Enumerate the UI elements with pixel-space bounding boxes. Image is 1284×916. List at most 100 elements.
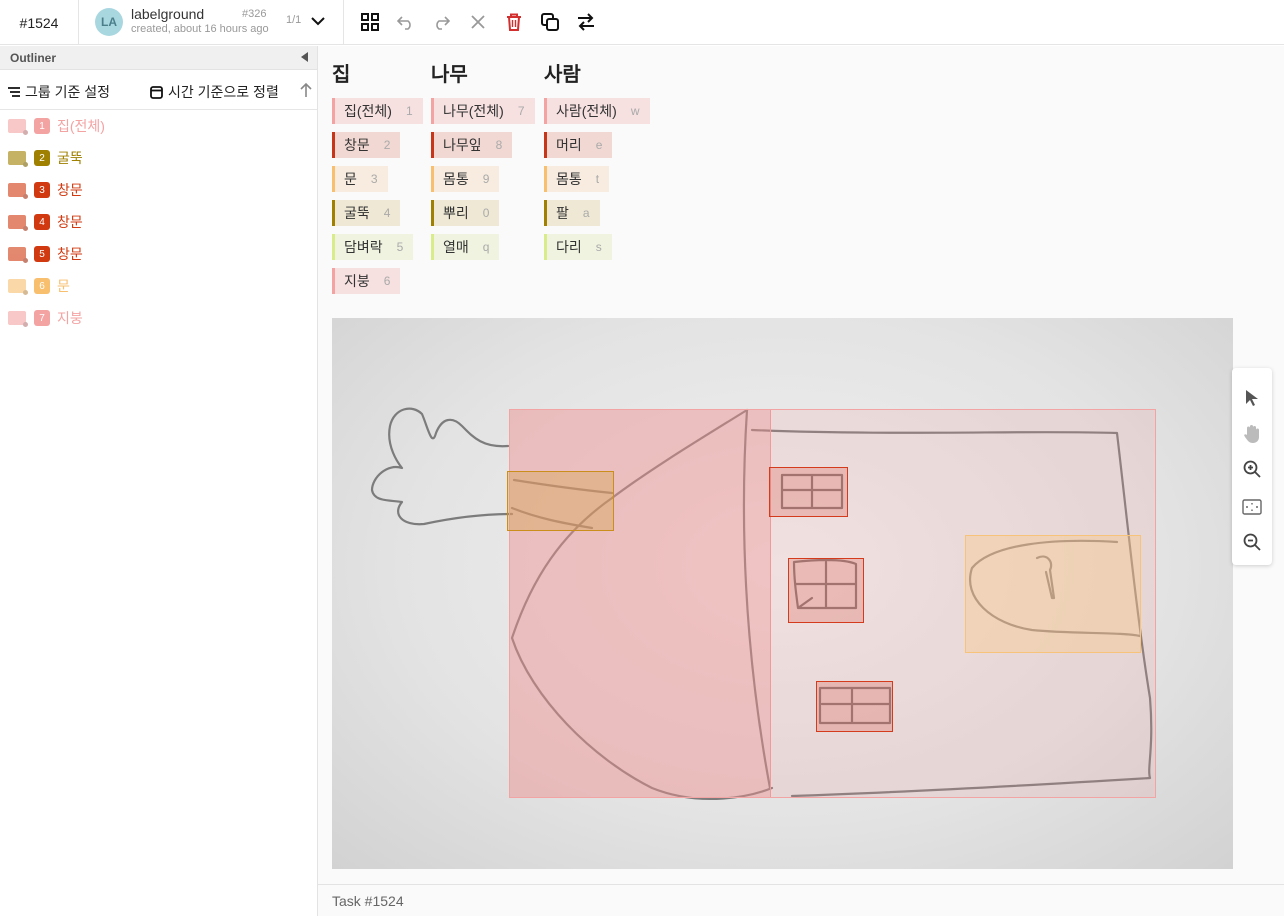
fit-screen-icon[interactable]	[1242, 497, 1262, 517]
sort-by-time-label: 시간 기준으로 정렬	[168, 84, 279, 100]
zoom-in-icon[interactable]	[1242, 459, 1262, 479]
collapse-left-icon[interactable]	[301, 52, 308, 62]
arrow-up-icon[interactable]	[299, 82, 313, 98]
avatar: LA	[95, 8, 123, 36]
sort-by-time-button[interactable]: 시간 기준으로 정렬	[150, 82, 279, 102]
project-name: labelground	[131, 6, 205, 22]
delete-icon[interactable]	[504, 12, 524, 32]
label-shortcut-key: 0	[482, 206, 490, 220]
label-tag[interactable]: 문3	[332, 166, 388, 192]
label-tag-name: 열매	[443, 239, 469, 255]
label-group-title: 집	[332, 64, 351, 86]
item-label: 굴뚝	[57, 150, 83, 166]
zoom-out-icon[interactable]	[1242, 532, 1262, 552]
label-tag-name: 몸통	[556, 171, 582, 187]
label-shortcut-key: 6	[383, 274, 391, 288]
label-shortcut-key: e	[595, 138, 603, 152]
label-shortcut-key: 4	[383, 206, 391, 220]
status-footer: Task #1524	[318, 884, 1284, 916]
label-shortcut-key: 5	[396, 240, 404, 254]
label-tag[interactable]: 다리 s	[544, 234, 612, 260]
item-number-badge: 4	[34, 214, 50, 230]
item-label: 창문	[57, 246, 83, 262]
outliner-item[interactable]: 6문	[0, 270, 317, 302]
annotation-thumbnail	[8, 311, 26, 325]
project-created: created, about 16 hours ago	[131, 23, 269, 35]
item-label: 문	[57, 278, 70, 294]
label-tag-name: 다리	[556, 239, 582, 255]
outliner-item[interactable]: 1 집(전체)	[0, 110, 317, 142]
zoom-toolbar	[1232, 368, 1272, 565]
image-canvas[interactable]	[332, 318, 1233, 869]
annotation-thumbnail	[8, 247, 26, 261]
item-number-badge: 2	[34, 150, 50, 166]
label-tag-name: 몸통	[443, 171, 469, 187]
label-group-title: 나무	[431, 64, 468, 86]
project-selector[interactable]: LA labelground created, about 16 hours a…	[79, 0, 344, 45]
label-tag[interactable]: 나무잎 8	[431, 132, 513, 158]
label-tag-name: 지붕	[344, 273, 370, 289]
label-group-column: 집집(전체) 1 창문 2 문 3 굴뚝 4 담벼락 5 지붕 6	[332, 58, 423, 302]
item-label: 지붕	[57, 310, 83, 326]
annotation-box-door[interactable]	[965, 535, 1141, 653]
label-tag-name: 머리	[556, 137, 582, 153]
label-tag-name: 팔	[556, 205, 569, 221]
task-id: #1524	[0, 0, 79, 45]
footer-task-label: Task #1524	[332, 893, 404, 909]
item-number-badge: 5	[34, 246, 50, 262]
close-icon[interactable]	[468, 12, 488, 32]
label-tag[interactable]: 팔a	[544, 200, 600, 226]
label-tag[interactable]: 나무(전체) 7	[431, 98, 535, 124]
annotation-thumbnail	[8, 151, 26, 165]
list-icon	[8, 87, 20, 97]
label-tag[interactable]: 사람(전체) w	[544, 98, 650, 124]
redo-icon[interactable]	[431, 12, 451, 32]
swap-icon[interactable]	[576, 12, 596, 32]
annotation-box-window-2[interactable]	[788, 558, 864, 623]
outliner-item[interactable]: 2 굴뚝	[0, 142, 317, 174]
annotation-box-window-3[interactable]	[816, 681, 893, 732]
label-tag[interactable]: 집(전체) 1	[332, 98, 423, 124]
grid-icon[interactable]	[360, 12, 380, 32]
outliner-item[interactable]: 5 창문	[0, 238, 317, 270]
label-shortcut-key: t	[595, 172, 600, 186]
top-bar: #1524 LA labelground created, about 16 h…	[0, 0, 1284, 45]
label-tag[interactable]: 머리 e	[544, 132, 613, 158]
label-shortcut-key: s	[595, 240, 602, 254]
label-tag[interactable]: 지붕 6	[332, 268, 401, 294]
label-tag-name: 나무(전체)	[443, 103, 504, 119]
label-tag[interactable]: 몸통 t	[544, 166, 610, 192]
label-tag[interactable]: 몸통 9	[431, 166, 500, 192]
copy-icon[interactable]	[540, 12, 560, 32]
item-number-badge: 7	[34, 310, 50, 326]
outliner-title: Outliner	[10, 51, 57, 65]
undo-icon[interactable]	[396, 12, 416, 32]
annotation-box-chimney[interactable]	[507, 471, 614, 531]
outliner-sidebar: Outliner 그룹 기준 설정 시간 기준으로 정렬 1 집(전체) 2 굴뚝 3 창…	[0, 46, 318, 916]
label-tag[interactable]: 창문 2	[332, 132, 401, 158]
outliner-item[interactable]: 3 창문	[0, 174, 317, 206]
outliner-item[interactable]: 4 창문	[0, 206, 317, 238]
label-tag[interactable]: 열매 q	[431, 234, 500, 260]
item-label: 창문	[57, 182, 83, 198]
label-tag[interactable]: 담벼락 5	[332, 234, 414, 260]
item-number-badge: 6	[34, 278, 50, 294]
label-tag[interactable]: 굴뚝 4	[332, 200, 401, 226]
annotation-thumbnail	[8, 119, 26, 133]
outliner-item[interactable]: 7 지붕	[0, 302, 317, 334]
item-label: 집(전체)	[57, 118, 105, 134]
group-by-label: 그룹 기준 설정	[25, 84, 111, 100]
chevron-down-icon[interactable]	[310, 13, 326, 29]
label-tag[interactable]: 뿌리 0	[431, 200, 500, 226]
label-group-column: 사람 사람(전체) w 머리 e 몸통 t 팔 a 다리 s	[544, 58, 650, 268]
label-tag-name: 나무잎	[443, 137, 482, 153]
pointer-icon[interactable]	[1242, 388, 1262, 408]
label-shortcut-key: w	[630, 104, 640, 118]
label-shortcut-key: 7	[517, 104, 525, 118]
item-number-badge: 3	[34, 182, 50, 198]
group-by-button[interactable]: 그룹 기준 설정	[8, 82, 110, 102]
sort-row: 그룹 기준 설정 시간 기준으로 정렬	[0, 70, 317, 110]
hand-icon[interactable]	[1242, 424, 1262, 444]
label-shortcut-key: 2	[383, 138, 391, 152]
annotation-box-window-1[interactable]	[769, 467, 848, 517]
